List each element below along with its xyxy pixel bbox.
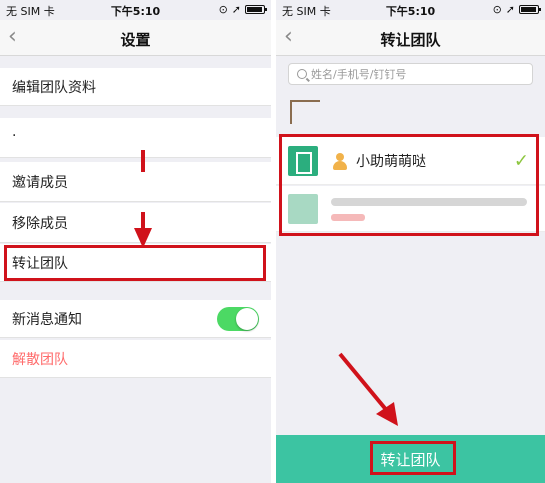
battery-icon — [519, 5, 541, 14]
status-bar: 无 SIM 卡 下午5:10 ⊙ ➚ — [276, 0, 545, 20]
location-icon: ➚ — [231, 3, 241, 16]
battery-icon — [245, 5, 267, 14]
status-bar: 无 SIM 卡 下午5:10 ⊙ ➚ — [0, 0, 271, 20]
highlight-box-transfer-button — [370, 441, 456, 475]
settings-screen: 无 SIM 卡 下午5:10 ⊙ ➚ ‹ 设置 编辑团队资料 · 邀请成员 移除… — [0, 0, 271, 483]
nav-bar: ‹ 转让团队 — [276, 20, 545, 56]
transfer-team-screen: 无 SIM 卡 下午5:10 ⊙ ➚ ‹ 转让团队 姓名/手机号/钉钉号 小助萌… — [276, 0, 545, 483]
annotation-arrow-upper — [141, 150, 145, 172]
hidden-setting-mark: · — [12, 128, 17, 144]
invite-members-label: 邀请成员 — [12, 174, 68, 191]
remove-members-label: 移除成员 — [12, 215, 68, 232]
nav-bar: ‹ 设置 — [0, 20, 271, 56]
notify-toggle[interactable] — [217, 306, 259, 331]
edit-team-profile-item[interactable]: 编辑团队资料 — [0, 68, 271, 106]
location-icon: ➚ — [505, 3, 515, 16]
page-title: 转让团队 — [380, 31, 441, 49]
invite-members-item[interactable]: 邀请成员 — [0, 162, 271, 202]
lock-rotation-icon: ⊙ — [218, 3, 228, 16]
highlight-box-transfer-item — [4, 245, 266, 281]
annotation-arrow-head — [134, 228, 152, 248]
annotation-arrow-diagonal — [338, 352, 398, 426]
search-placeholder: 姓名/手机号/钉钉号 — [311, 68, 407, 81]
dissolve-team-label: 解散团队 — [12, 351, 68, 368]
dissolve-team-item[interactable]: 解散团队 — [0, 340, 271, 378]
search-icon — [297, 69, 307, 79]
new-message-notify-item: 新消息通知 — [0, 300, 271, 338]
section-index-marker — [290, 100, 320, 124]
highlight-box-member-list — [279, 134, 539, 236]
lock-rotation-icon: ⊙ — [492, 3, 502, 16]
edit-team-profile-label: 编辑团队资料 — [12, 79, 96, 96]
search-input[interactable]: 姓名/手机号/钉钉号 — [288, 63, 533, 85]
new-message-notify-label: 新消息通知 — [12, 311, 82, 328]
page-title: 设置 — [120, 31, 151, 49]
search-area: 姓名/手机号/钉钉号 — [276, 57, 545, 91]
hidden-setting-item[interactable]: · — [0, 118, 271, 158]
status-icons: ⊙ ➚ — [218, 3, 267, 16]
status-icons: ⊙ ➚ — [492, 3, 541, 16]
